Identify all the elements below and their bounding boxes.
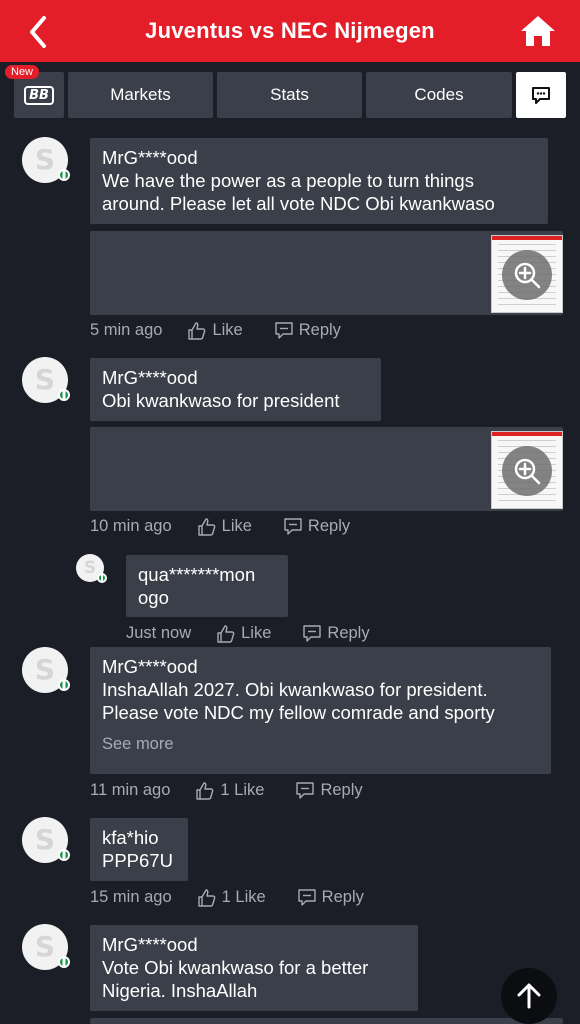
tab-codes[interactable]: Codes <box>366 72 512 118</box>
comment-bubble: MrG****ood InshaAllah 2027. Obi kwankwas… <box>90 647 551 774</box>
sporty-logo-icon: S <box>34 143 56 176</box>
comment-bubble: MrG****ood Vote Obi kwankwaso for a bett… <box>90 925 418 1011</box>
image-thumbnail[interactable] <box>491 235 563 313</box>
comment-time: Just now <box>126 624 192 642</box>
comment-image-attachment[interactable] <box>90 1018 563 1024</box>
nigeria-flag-icon <box>58 169 70 181</box>
zoom-in-icon[interactable] <box>502 446 552 496</box>
reply-button[interactable]: Reply <box>297 888 364 907</box>
comment-username: MrG****ood <box>102 147 198 168</box>
comment-bubble: MrG****ood Obi kwankwaso for president <box>90 358 381 421</box>
comment-text: We have the power as a people to turn th… <box>102 170 495 214</box>
avatar[interactable]: S <box>22 357 70 403</box>
chevron-left-icon <box>30 16 46 48</box>
comment-meta: 15 min ago 1 Like Reply <box>90 888 396 907</box>
like-label: Like <box>212 321 243 339</box>
thumbs-up-icon <box>197 888 216 907</box>
avatar[interactable]: S <box>22 137 70 183</box>
comment-meta: Just now Like Reply <box>126 624 402 643</box>
chat-bubble-icon <box>532 87 550 104</box>
comment-username: MrG****ood <box>102 367 198 388</box>
nigeria-flag-icon <box>58 849 70 861</box>
tab-stats[interactable]: Stats <box>217 72 362 118</box>
like-button[interactable]: Like <box>217 624 271 643</box>
home-icon <box>521 16 555 46</box>
comment-meta: 11 min ago 1 Like Reply <box>90 781 395 800</box>
nigeria-flag-icon <box>97 573 107 583</box>
comment-meta: 5 min ago Like Reply <box>90 321 373 340</box>
like-button[interactable]: Like <box>197 517 252 536</box>
reply-label: Reply <box>320 781 363 799</box>
reply-bubble: qua*******mon ogo <box>126 555 288 617</box>
comment-time: 10 min ago <box>90 517 172 535</box>
comment-username: qua*******mon ogo <box>138 564 256 608</box>
bb-logo: BB <box>24 85 54 105</box>
comment-meta: 10 min ago Like Reply <box>90 517 382 536</box>
tab-markets[interactable]: Markets <box>68 72 213 118</box>
see-more-link[interactable]: See more <box>102 733 539 756</box>
comment-bubble: MrG****ood We have the power as a people… <box>90 138 548 224</box>
reply-bubble-icon <box>296 782 315 799</box>
like-label: Like <box>221 517 252 535</box>
comment-image-attachment[interactable] <box>90 427 563 511</box>
nigeria-flag-icon <box>58 679 70 691</box>
avatar[interactable]: S <box>22 924 70 970</box>
reply-label: Reply <box>321 888 364 906</box>
match-title: Juventus vs NEC Nijmegen <box>145 18 435 43</box>
thumbs-up-icon <box>188 321 206 340</box>
reply-bubble-icon <box>275 322 293 339</box>
nigeria-flag-icon <box>58 389 70 401</box>
comment-time: 5 min ago <box>90 321 163 339</box>
image-thumbnail[interactable] <box>491 431 563 509</box>
avatar[interactable]: S <box>22 647 70 693</box>
reply-bubble-icon <box>297 889 316 906</box>
comment-time: 11 min ago <box>90 781 171 799</box>
reply-button[interactable]: Reply <box>275 321 341 340</box>
thumbs-up-icon <box>197 517 216 536</box>
sporty-logo-icon: S <box>34 823 56 856</box>
new-badge: New <box>5 65 40 79</box>
comment-text: PPP67U <box>102 850 173 871</box>
arrow-up-icon <box>517 983 541 1009</box>
like-button[interactable]: 1 Like <box>197 888 266 907</box>
tab-chat[interactable] <box>516 72 566 118</box>
reply-button[interactable]: Reply <box>303 624 370 643</box>
sporty-logo-icon: S <box>34 930 56 963</box>
top-bar: Juventus vs NEC Nijmegen <box>0 0 580 62</box>
avatar[interactable]: S <box>76 554 107 583</box>
back-button[interactable] <box>18 12 58 52</box>
comment-bubble: kfa*hio PPP67U <box>90 818 188 881</box>
reply-bubble-icon <box>303 625 322 642</box>
reply-button[interactable]: Reply <box>296 781 363 800</box>
like-label: 1 Like <box>220 781 265 799</box>
sporty-logo-icon: S <box>83 557 97 578</box>
reply-bubble-icon <box>284 518 302 535</box>
nigeria-flag-icon <box>58 956 70 968</box>
scroll-to-top-button[interactable] <box>501 968 557 1024</box>
reply-label: Reply <box>298 321 341 339</box>
comment-text: Obi kwankwaso for president <box>102 390 340 411</box>
comment-time: 15 min ago <box>90 888 172 906</box>
sporty-logo-icon: S <box>34 363 56 396</box>
tab-bar: BB Markets Stats Codes <box>0 72 580 118</box>
reply-label: Reply <box>307 517 351 535</box>
comment-username: MrG****ood <box>102 934 198 955</box>
zoom-in-icon[interactable] <box>502 250 552 300</box>
reply-button[interactable]: Reply <box>284 517 350 536</box>
comment-text: Vote Obi kwankwaso for a better Nigeria.… <box>102 957 369 1001</box>
like-label: 1 Like <box>221 888 266 906</box>
comment-image-attachment[interactable] <box>90 231 563 315</box>
like-button[interactable]: 1 Like <box>196 781 264 800</box>
reply-label: Reply <box>327 624 370 642</box>
home-button[interactable] <box>518 11 558 51</box>
like-label: Like <box>241 624 272 642</box>
thumbs-up-icon <box>217 624 235 643</box>
thumbs-up-icon <box>196 781 214 800</box>
comment-username: kfa*hio <box>102 827 159 848</box>
comment-username: MrG****ood <box>102 656 198 677</box>
like-button[interactable]: Like <box>188 321 243 340</box>
avatar[interactable]: S <box>22 817 70 863</box>
comment-text: InshaAllah 2027. Obi kwankwaso for presi… <box>102 679 495 723</box>
sporty-logo-icon: S <box>34 653 56 686</box>
